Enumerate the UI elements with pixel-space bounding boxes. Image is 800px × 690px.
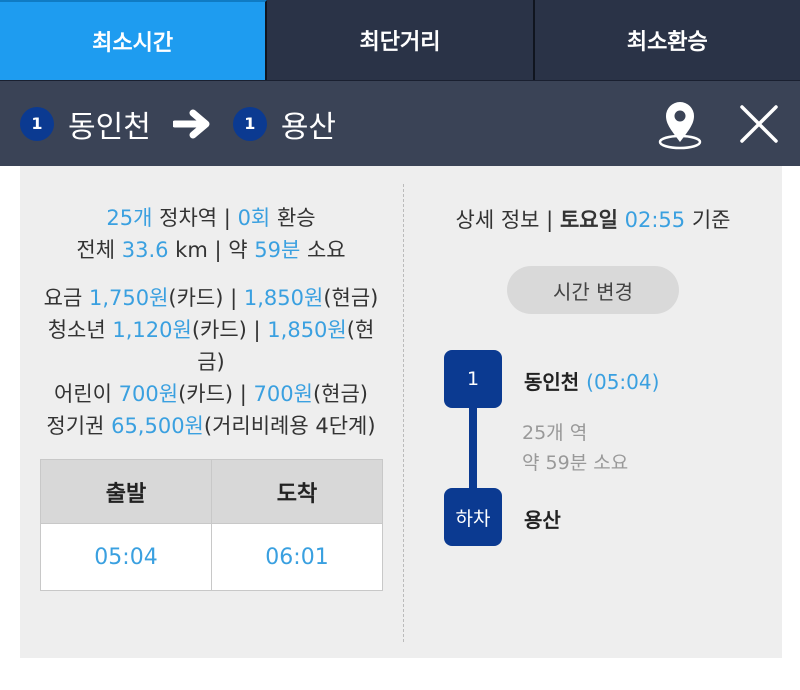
start-line-badge: 1	[444, 350, 502, 408]
duration-label: 소요	[306, 238, 346, 262]
tab-min-time[interactable]: 최소시간	[0, 0, 268, 80]
summary-line-1: 25개 정차역 | 0회 환승	[20, 202, 402, 234]
fare-child-cash-label: (현금)	[312, 382, 368, 406]
tab-shortest-distance[interactable]: 최단거리	[267, 0, 535, 80]
total-label: 전체	[76, 238, 116, 262]
close-icon[interactable]	[736, 101, 782, 147]
location-pin-icon[interactable]	[652, 96, 708, 152]
detail-header: 상세 정보 | 토요일 02:55 기준	[404, 204, 782, 234]
fare-pass-note: (거리비례용 4단계)	[203, 414, 376, 438]
timeline-duration: 약 59분 소요	[522, 452, 629, 474]
change-time-button[interactable]: 시간 변경	[507, 266, 679, 314]
fare-youth-card: 1,120원	[112, 318, 192, 342]
fare-pass-value: 65,500원	[111, 414, 204, 438]
timeline-stops: 25개 역	[522, 422, 588, 444]
from-line-badge: 1	[20, 106, 54, 141]
distance-unit: km | 약	[175, 238, 248, 262]
fare-child-label: 어린이	[54, 382, 112, 406]
route-detail-panel: 25개 정차역 | 0회 환승 전체 33.6 km | 약 59분 소요 요금…	[20, 166, 782, 658]
route-detail: 상세 정보 | 토요일 02:55 기준 시간 변경 1 동인천 (05:04)…	[404, 166, 782, 658]
alight-badge: 하차	[444, 488, 502, 546]
fare-youth-label: 청소년	[47, 318, 106, 342]
transfer-label: 환승	[276, 206, 316, 230]
fare-general-label: 요금	[43, 286, 83, 310]
start-station: 동인천 (05:04)	[524, 366, 659, 395]
detail-day: 토요일	[559, 208, 618, 232]
fare-youth-cash-label-a: (현	[346, 318, 375, 342]
arrive-time: 06:01	[211, 523, 383, 591]
fare-child-card-label: (카드) |	[178, 382, 247, 406]
distance-value: 33.6	[121, 238, 169, 262]
fare-youth-wrap: 금)	[20, 346, 402, 378]
route-option-tabs: 최소시간 최단거리 최소환승	[0, 0, 800, 80]
fare-youth: 청소년 1,120원(카드) | 1,850원(현	[20, 314, 402, 346]
time-table-header: 출발 도착	[40, 458, 383, 525]
fare-pass-label: 정기권	[46, 414, 105, 438]
fare-general-card: 1,750원	[88, 286, 169, 310]
detail-time: 02:55	[624, 208, 686, 232]
stops-label: 정차역 |	[159, 206, 231, 230]
route-timeline: 1 동인천 (05:04) 25개 역 약 59분 소요 하차 용산	[444, 350, 764, 550]
arrive-header: 도착	[211, 458, 383, 525]
route-bar: 1 동인천 1 용산	[0, 80, 800, 166]
summary-block: 25개 정차역 | 0회 환승 전체 33.6 km | 약 59분 소요	[20, 166, 402, 266]
duration-value: 59분	[254, 238, 301, 262]
fare-block: 요금 1,750원(카드) | 1,850원(현금) 청소년 1,120원(카드…	[20, 282, 402, 442]
fare-general-cash: 1,850원	[243, 286, 324, 310]
fare-pass: 정기권 65,500원(거리비례용 4단계)	[20, 410, 402, 442]
fare-child: 어린이 700원(카드) | 700원(현금)	[20, 378, 402, 410]
start-station-time: (05:04)	[586, 370, 660, 394]
transfer-count: 0회	[237, 206, 271, 230]
fare-youth-cash: 1,850원	[267, 318, 347, 342]
time-table: 출발 도착 05:04 06:01	[40, 458, 383, 591]
start-station-name: 동인천	[524, 370, 580, 394]
detail-label: 상세 정보 |	[455, 208, 554, 232]
fare-youth-card-label: (카드) |	[191, 318, 261, 342]
to-station: 용산	[280, 109, 337, 145]
timeline-connector	[469, 408, 477, 488]
time-table-row: 05:04 06:01	[40, 523, 383, 591]
detail-basis: 기준	[691, 208, 731, 232]
fare-general: 요금 1,750원(카드) | 1,850원(현금)	[20, 282, 402, 314]
stops-count: 25개	[106, 206, 153, 230]
fare-child-cash: 700원	[253, 382, 313, 406]
fare-child-card: 700원	[118, 382, 179, 406]
depart-time: 05:04	[40, 523, 212, 591]
route-summary: 25개 정차역 | 0회 환승 전체 33.6 km | 약 59분 소요 요금…	[20, 166, 402, 658]
summary-line-2: 전체 33.6 km | 약 59분 소요	[20, 234, 402, 266]
to-line-badge: 1	[232, 106, 267, 141]
fare-cash-label: (현금)	[323, 286, 379, 310]
arrow-right-icon	[172, 109, 211, 139]
fare-youth-cash-label-b: 금)	[197, 350, 225, 374]
fare-card-label: (카드) |	[168, 286, 238, 310]
depart-header: 출발	[40, 458, 212, 525]
end-station: 용산	[524, 508, 561, 532]
from-station: 동인천	[68, 109, 151, 145]
tab-min-transfer[interactable]: 최소환승	[535, 0, 800, 80]
